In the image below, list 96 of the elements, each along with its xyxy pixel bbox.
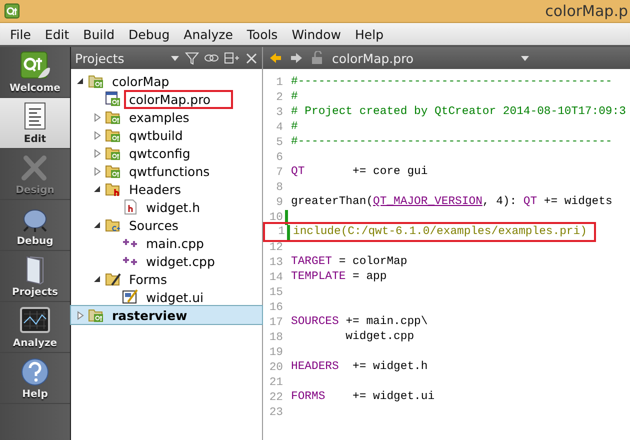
folder-qt-icon <box>105 163 121 179</box>
folder-cpp-icon <box>105 217 121 233</box>
qt-file-icon <box>105 91 121 107</box>
tree-item[interactable]: main.cpp <box>141 234 209 252</box>
tree-item[interactable]: qwtfunctions <box>124 162 215 180</box>
tree-item[interactable]: widget.cpp <box>141 252 220 270</box>
line-number: 15 <box>268 286 284 298</box>
line-number: 18 <box>268 332 284 344</box>
folder-qt-icon <box>88 73 104 89</box>
line-number: 20 <box>268 362 284 374</box>
menu-item[interactable]: Edit <box>38 26 76 42</box>
mode-button[interactable]: Help <box>0 353 70 404</box>
line-number: 10 <box>268 212 284 224</box>
line-number: 22 <box>268 392 284 404</box>
folder-qt-icon <box>105 127 121 143</box>
mode-button[interactable]: Projects <box>0 251 70 302</box>
expand-arrow-icon[interactable] <box>92 130 102 140</box>
line-number: 14 <box>268 272 284 284</box>
line-number: 5 <box>275 136 284 148</box>
forward-arrow-icon[interactable] <box>290 52 303 64</box>
folder-pen-icon <box>105 271 121 287</box>
tree-item[interactable]: Headers <box>124 180 186 198</box>
expand-arrow-icon[interactable] <box>92 148 102 158</box>
code-line: #---------------------------------------------- <box>290 135 614 150</box>
lock-icon[interactable] <box>311 51 324 65</box>
mode-button[interactable]: Analyze <box>0 302 70 353</box>
code-line: #---------------------------------------------- <box>290 75 614 90</box>
collapse-arrow-icon[interactable] <box>92 184 102 194</box>
code-line: # Project created by QtCreator 2014-08-10T17:09:3 <box>290 104 627 120</box>
expand-arrow-icon[interactable] <box>92 166 102 176</box>
window-title: colorMap.p <box>545 2 628 20</box>
tree-item[interactable]: Sources <box>124 216 184 234</box>
menu-item[interactable]: File <box>3 26 38 42</box>
mode-button[interactable]: Welcome <box>0 47 70 98</box>
tree-item[interactable]: widget.h <box>141 198 206 216</box>
form-file-icon <box>122 289 138 305</box>
menu-item[interactable]: Window <box>284 26 348 42</box>
code-line: HEADERS += widget.h <box>290 360 429 375</box>
line-number: 23 <box>268 406 284 418</box>
code-line: TEMPLATE = app <box>290 270 388 285</box>
menu-item[interactable]: Tools <box>240 26 285 42</box>
panel-title: Projects <box>75 50 126 66</box>
menu-item[interactable]: Analyze <box>176 26 240 42</box>
app-logo-icon <box>4 3 20 19</box>
line-number: 2 <box>275 92 284 104</box>
collapse-arrow-icon[interactable] <box>92 220 102 230</box>
code-line: # <box>290 120 299 135</box>
line-number: 8 <box>275 182 284 194</box>
line-number: 19 <box>268 346 284 358</box>
line-number: 12 <box>268 242 284 254</box>
filter-icon[interactable] <box>185 51 199 65</box>
expand-arrow-icon[interactable] <box>92 112 102 122</box>
back-arrow-icon[interactable] <box>269 52 282 64</box>
line-number: 17 <box>268 316 284 328</box>
collapse-arrow-icon[interactable] <box>92 274 102 284</box>
folder-h-icon <box>105 181 121 197</box>
tree-item[interactable]: widget.ui <box>141 288 209 306</box>
tree-item[interactable]: Forms <box>124 270 172 288</box>
code-line: TARGET = colorMap <box>290 254 408 270</box>
code-line: QT += core gui <box>290 164 429 180</box>
mode-button[interactable]: Edit <box>0 98 70 149</box>
tree-item[interactable]: colorMap.pro <box>124 90 233 108</box>
mode-button[interactable]: Debug <box>0 200 70 251</box>
menu-item[interactable]: Help <box>348 26 390 42</box>
tree-item[interactable]: qwtconfig <box>124 144 196 162</box>
line-number: 1 <box>277 226 286 238</box>
code-line: greaterThan(QT_MAJOR_VERSION, 4): QT += widgets <box>290 194 614 210</box>
tree-item[interactable]: colorMap <box>107 72 174 90</box>
menu-item[interactable]: Debug <box>122 26 177 42</box>
line-number: 7 <box>275 166 284 178</box>
line-number: 6 <box>275 152 284 164</box>
folder-qt-icon <box>105 145 121 161</box>
line-number: 13 <box>268 256 284 268</box>
collapse-arrow-icon[interactable] <box>76 76 84 86</box>
code-line: widget.cpp <box>344 330 416 345</box>
folder-qt-icon <box>105 109 121 125</box>
line-number: 3 <box>275 106 284 118</box>
line-number: 1 <box>275 76 284 88</box>
expand-arrow-icon[interactable] <box>76 310 84 320</box>
code-line: # <box>290 90 299 105</box>
code-line: FORMS += widget.ui <box>290 390 436 405</box>
folder-qt-icon <box>88 307 104 323</box>
tree-item[interactable]: examples <box>124 108 194 126</box>
tree-item[interactable]: qwtbuild <box>124 126 188 144</box>
split-icon[interactable] <box>224 51 240 65</box>
menu-item[interactable]: Build <box>76 26 122 42</box>
code-line: SOURCES += main.cpp\ <box>290 314 429 330</box>
line-number: 16 <box>268 302 284 314</box>
header-file-icon <box>122 199 138 215</box>
line-number: 4 <box>275 122 284 134</box>
close-icon[interactable] <box>245 52 258 64</box>
line-number: 21 <box>268 376 284 388</box>
dropdown-icon[interactable] <box>170 54 180 62</box>
dropdown-icon[interactable] <box>520 54 530 62</box>
line-number: 9 <box>275 196 284 208</box>
code-line: include(C:/qwt-6.1.0/examples/examples.pri) <box>292 224 588 240</box>
